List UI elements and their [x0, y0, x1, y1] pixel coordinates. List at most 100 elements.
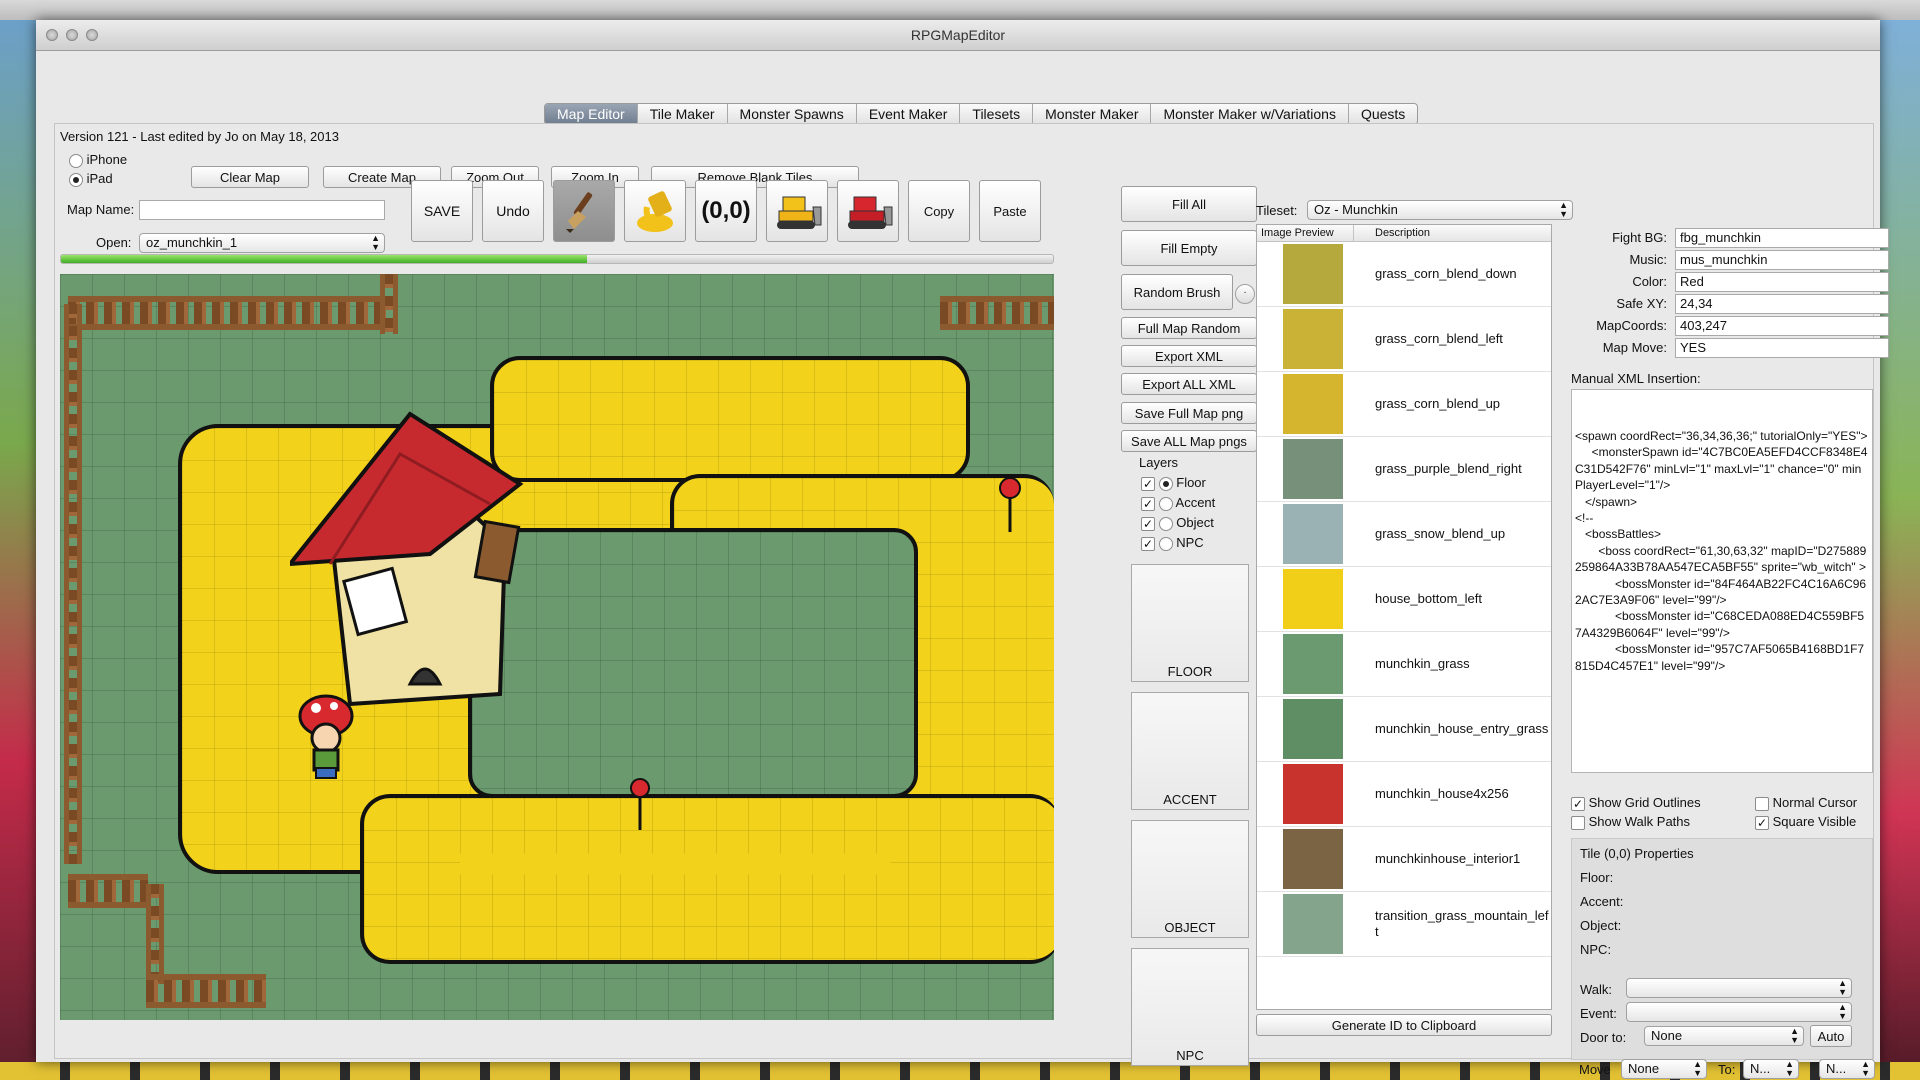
move-select[interactable]: None ▲ ▼ — [1621, 1059, 1707, 1079]
fill-bucket-tool-button[interactable] — [624, 180, 686, 242]
tile-list-item[interactable]: transition_grass_mountain_left — [1257, 892, 1551, 957]
door-to-select[interactable]: None ▲ ▼ — [1644, 1026, 1804, 1046]
ipad-radio[interactable] — [69, 172, 83, 187]
undo-button[interactable]: Undo — [482, 180, 544, 242]
tile-list-item[interactable]: grass_corn_blend_down — [1257, 242, 1551, 307]
desktop-background-left — [0, 20, 36, 1080]
layer-npc-row[interactable]: NPC — [1141, 535, 1204, 551]
layer-npc-visible-checkbox[interactable] — [1141, 536, 1155, 551]
paintbrush-tool-button[interactable] — [553, 180, 615, 242]
save-button[interactable]: SAVE — [411, 180, 473, 242]
fill-empty-button[interactable]: Fill Empty — [1121, 230, 1257, 266]
tile-preview-image — [1283, 374, 1343, 434]
accent-layer-label: ACCENT — [1163, 792, 1217, 807]
tile-list-item[interactable]: grass_corn_blend_left — [1257, 307, 1551, 372]
coordinates-display[interactable]: (0,0) — [695, 180, 757, 242]
tab-quests[interactable]: Quests — [1349, 104, 1417, 124]
tile-description: grass_corn_blend_down — [1375, 266, 1517, 281]
paste-button[interactable]: Paste — [979, 180, 1041, 242]
tab-monster-maker[interactable]: Monster Maker — [1033, 104, 1152, 124]
full-map-random-button[interactable]: Full Map Random — [1121, 317, 1257, 339]
square-visible-option[interactable]: Square Visible — [1755, 814, 1856, 830]
iphone-radio[interactable] — [69, 153, 83, 168]
music-field[interactable]: mus_munchkin — [1675, 250, 1889, 270]
auto-button[interactable]: Auto — [1810, 1025, 1852, 1047]
tile-list-item[interactable]: grass_snow_blend_up — [1257, 502, 1551, 567]
show-walk-paths-checkbox[interactable] — [1571, 815, 1585, 830]
show-grid-checkbox[interactable] — [1571, 796, 1585, 811]
tile-preview-image — [1283, 894, 1343, 954]
column-description[interactable]: Description — [1375, 227, 1430, 239]
layer-floor-radio[interactable] — [1158, 476, 1173, 491]
random-brush-button[interactable]: Random Brush — [1121, 274, 1233, 310]
save-all-map-pngs-button[interactable]: Save ALL Map pngs — [1121, 430, 1257, 452]
tab-tilesets[interactable]: Tilesets — [960, 104, 1034, 124]
accent-layer-preview[interactable]: ACCENT — [1131, 692, 1249, 810]
square-visible-checkbox[interactable] — [1755, 815, 1769, 830]
safe-xy-field[interactable]: 24,34 — [1675, 294, 1889, 314]
tile-list-item[interactable]: munchkin_grass — [1257, 632, 1551, 697]
layer-accent-visible-checkbox[interactable] — [1141, 496, 1155, 511]
red-bulldozer-tool-button[interactable] — [837, 180, 899, 242]
clear-map-button[interactable]: Clear Map — [191, 166, 309, 188]
export-xml-button[interactable]: Export XML — [1121, 345, 1257, 367]
layer-npc-radio[interactable] — [1158, 536, 1173, 551]
tile-list-item[interactable]: house_bottom_left — [1257, 567, 1551, 632]
tile-list-item[interactable]: grass_corn_blend_up — [1257, 372, 1551, 437]
tile-list-item[interactable]: munchkinhouse_interior1 — [1257, 827, 1551, 892]
tab-tile-maker[interactable]: Tile Maker — [638, 104, 728, 124]
save-full-map-png-button[interactable]: Save Full Map png — [1121, 402, 1257, 424]
show-grid-option[interactable]: Show Grid Outlines — [1571, 795, 1701, 811]
to-select-b[interactable]: N... ▲ ▼ — [1819, 1059, 1875, 1079]
yellow-bulldozer-tool-button[interactable] — [766, 180, 828, 242]
to-select-a[interactable]: N... ▲ ▼ — [1743, 1059, 1799, 1079]
tile-list-item[interactable]: grass_purple_blend_right — [1257, 437, 1551, 502]
copy-button[interactable]: Copy — [908, 180, 970, 242]
random-brush-options-icon[interactable]: · — [1235, 284, 1255, 304]
floor-layer-preview[interactable]: FLOOR — [1131, 564, 1249, 682]
close-window-button[interactable] — [46, 29, 58, 41]
tileset-select[interactable]: Oz - Munchkin ▲ ▼ — [1307, 200, 1573, 220]
event-select[interactable]: ▲ ▼ — [1626, 1002, 1852, 1022]
map-coords-field[interactable]: 403,247 — [1675, 316, 1889, 336]
paint-bucket-icon — [637, 191, 673, 232]
progress-bar — [60, 254, 1054, 264]
layer-floor-row[interactable]: Floor — [1141, 475, 1206, 491]
tab-map-editor[interactable]: Map Editor — [545, 104, 638, 124]
select-arrows-icon: ▲ ▼ — [1693, 1059, 1702, 1078]
zoom-window-button[interactable] — [86, 29, 98, 41]
walk-select[interactable]: ▲ ▼ — [1626, 978, 1852, 998]
generate-id-button[interactable]: Generate ID to Clipboard — [1256, 1014, 1552, 1036]
layer-accent-row[interactable]: Accent — [1141, 495, 1215, 511]
layer-npc-label: NPC — [1176, 535, 1204, 550]
layer-object-radio[interactable] — [1158, 516, 1173, 531]
device-ipad-option[interactable]: iPad — [69, 171, 113, 187]
tile-list-item[interactable]: munchkin_house4x256 — [1257, 762, 1551, 827]
red-bulldozer-icon — [848, 196, 893, 229]
color-field[interactable]: Red — [1675, 272, 1889, 292]
normal-cursor-option[interactable]: Normal Cursor — [1755, 795, 1857, 811]
tab-monster-spawns[interactable]: Monster Spawns — [728, 104, 857, 124]
map-move-field[interactable]: YES — [1675, 338, 1889, 358]
layer-object-row[interactable]: Object — [1141, 515, 1214, 531]
tab-monster-maker-variations[interactable]: Monster Maker w/Variations — [1151, 104, 1349, 124]
minimize-window-button[interactable] — [66, 29, 78, 41]
xml-insertion-textarea[interactable]: <spawn coordRect="36,34,36,36;" tutorial… — [1571, 389, 1873, 773]
tab-event-maker[interactable]: Event Maker — [857, 104, 961, 124]
object-layer-preview[interactable]: OBJECT — [1131, 820, 1249, 938]
npc-layer-preview[interactable]: NPC — [1131, 948, 1249, 1066]
layer-object-visible-checkbox[interactable] — [1141, 516, 1155, 531]
tile-list-item[interactable]: munchkin_house_entry_grass — [1257, 697, 1551, 762]
open-map-select[interactable]: oz_munchkin_1 ▲ ▼ — [139, 233, 385, 253]
export-all-xml-button[interactable]: Export ALL XML — [1121, 373, 1257, 395]
fill-all-button[interactable]: Fill All — [1121, 186, 1257, 222]
layer-accent-radio[interactable] — [1158, 496, 1173, 511]
normal-cursor-checkbox[interactable] — [1755, 796, 1769, 811]
device-iphone-option[interactable]: iPhone — [69, 152, 127, 168]
layer-floor-visible-checkbox[interactable] — [1141, 476, 1155, 491]
column-image-preview[interactable]: Image Preview — [1261, 227, 1334, 239]
map-canvas[interactable] — [60, 274, 1054, 1020]
show-walk-paths-option[interactable]: Show Walk Paths — [1571, 814, 1690, 830]
map-name-input[interactable] — [139, 200, 385, 220]
fight-bg-field[interactable]: fbg_munchkin — [1675, 228, 1889, 248]
